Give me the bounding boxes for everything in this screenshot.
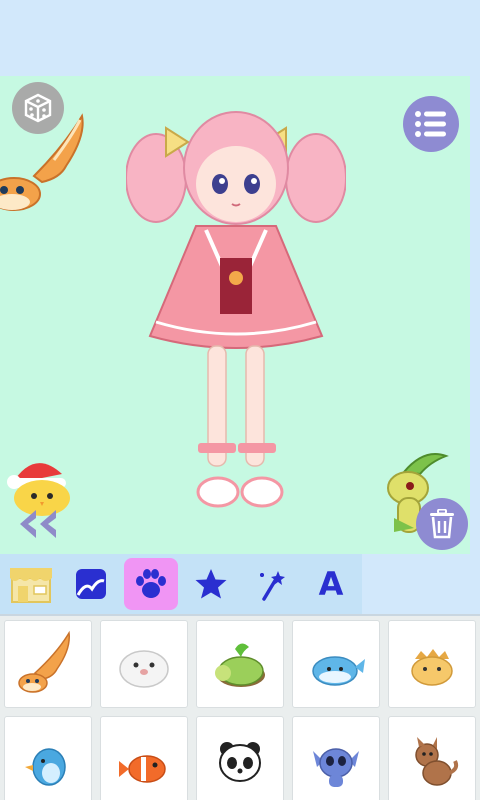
- trash-icon: [430, 509, 454, 539]
- blue-bird-thumb: [25, 748, 66, 786]
- shop-icon: [10, 568, 52, 603]
- dressup-canvas[interactable]: [0, 76, 470, 554]
- top-bar: [0, 0, 480, 76]
- pet-item-spiky-hamster[interactable]: [388, 620, 476, 708]
- paw-icon: [136, 569, 166, 598]
- pet-item-blue-whale[interactable]: [292, 620, 380, 708]
- magic-wand-icon: [260, 571, 285, 601]
- white-seal-thumb: [119, 650, 169, 688]
- flying-fox-thumb: [18, 630, 70, 693]
- pet-item-blue-bird[interactable]: [4, 716, 92, 800]
- character-doll[interactable]: [126, 98, 346, 528]
- tab-text[interactable]: A: [304, 558, 358, 610]
- pet-item-blue-koala[interactable]: [292, 716, 380, 800]
- pet-item-panda[interactable]: [196, 716, 284, 800]
- star-icon: [195, 569, 227, 599]
- tab-background[interactable]: [64, 558, 118, 610]
- double-chevron-left-icon[interactable]: [14, 506, 62, 542]
- menu-button[interactable]: [403, 96, 459, 152]
- random-button[interactable]: [12, 82, 64, 134]
- tab-shop[interactable]: [4, 558, 58, 610]
- pet-item-leaf-turtle[interactable]: [196, 620, 284, 708]
- pets-grid: [0, 616, 480, 800]
- tab-pets[interactable]: [124, 558, 178, 610]
- letter-a-icon: A: [318, 565, 344, 603]
- dice-icon: [24, 93, 52, 123]
- tab-effects[interactable]: [244, 558, 298, 610]
- pet-item-clownfish[interactable]: [100, 716, 188, 800]
- leaf-turtle-thumb: [215, 643, 265, 687]
- brown-puppy-thumb: [415, 737, 459, 786]
- clownfish-thumb: [119, 755, 166, 783]
- panda-thumb: [219, 742, 261, 782]
- pet-item-brown-puppy[interactable]: [388, 716, 476, 800]
- spiky-hamster-thumb: [411, 649, 453, 686]
- pet-item-flying-fox[interactable]: [4, 620, 92, 708]
- toolbar-spacer: [362, 554, 480, 614]
- delete-button[interactable]: [416, 498, 468, 550]
- list-icon: [415, 111, 446, 137]
- blue-koala-thumb: [313, 748, 359, 787]
- blue-whale-thumb: [312, 656, 365, 686]
- tab-stickers[interactable]: [184, 558, 238, 610]
- picture-icon: [76, 569, 106, 599]
- pet-item-white-seal[interactable]: [100, 620, 188, 708]
- category-toolbar: A: [0, 554, 362, 614]
